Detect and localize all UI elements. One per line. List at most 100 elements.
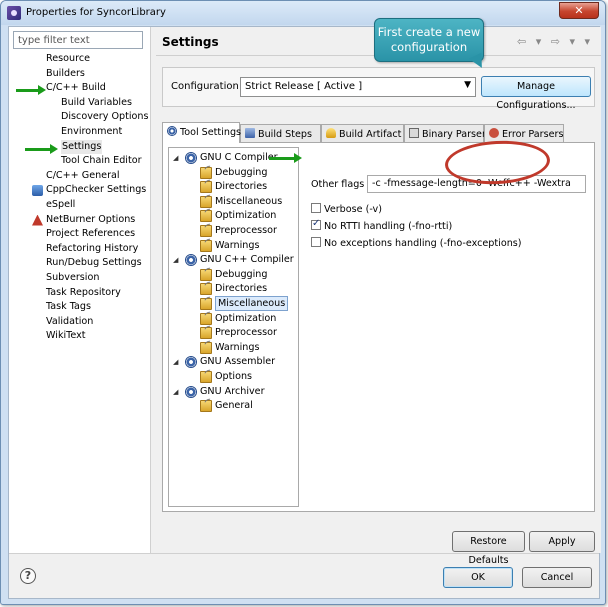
sidebar-item-task-repository[interactable]: Task Repository — [9, 286, 151, 301]
properties-dialog: Properties for SyncorLibrary ✕ Resource B… — [0, 0, 606, 605]
option-general[interactable]: General — [169, 399, 298, 414]
tab-label: Build Steps — [258, 129, 312, 140]
property-page-tree: Resource Builders C/C++ Build Build Variabl… — [9, 27, 151, 553]
expand-toggle-icon[interactable]: ◢ — [173, 256, 181, 264]
tool-settings-panel: ◢ GNU C Compiler Debugging Directories Misce… — [162, 142, 595, 512]
cppchecker-icon — [32, 185, 43, 197]
sidebar-item-espell[interactable]: eSpell — [9, 198, 151, 213]
option-options[interactable]: Options — [169, 370, 298, 385]
filter-input[interactable] — [13, 31, 143, 49]
option-directories[interactable]: Directories — [169, 180, 298, 195]
footer-divider — [9, 553, 599, 554]
option-directories[interactable]: Directories — [169, 282, 298, 297]
sidebar-item-tool-chain-editor[interactable]: Tool Chain Editor — [9, 154, 151, 169]
error-parsers-icon — [489, 128, 499, 138]
sidebar-item-build-variables[interactable]: Build Variables — [9, 96, 151, 111]
expand-toggle-icon[interactable]: ◢ — [173, 154, 181, 162]
sidebar-item-settings[interactable]: Settings — [9, 139, 151, 155]
annotation-arrow-settings — [25, 144, 58, 154]
option-miscellaneous[interactable]: Miscellaneous — [169, 195, 298, 210]
tree-item-label: Warnings — [215, 239, 260, 251]
configuration-select[interactable]: Strict Release [ Active ] ▼ — [240, 77, 476, 97]
callout-line-2: configuration — [390, 40, 468, 54]
tool-gnu-assembler[interactable]: ◢ GNU Assembler — [169, 355, 298, 370]
tree-item-label: General — [215, 400, 253, 412]
dialog-client: Resource Builders C/C++ Build Build Variabl… — [8, 26, 601, 599]
tool-settings-icon — [167, 126, 177, 136]
sidebar-item-task-tags[interactable]: Task Tags — [9, 300, 151, 315]
help-icon[interactable]: ? — [20, 568, 36, 584]
tab-tool-settings[interactable]: Tool Settings — [162, 122, 241, 143]
option-debugging[interactable]: Debugging — [169, 166, 298, 181]
option-optimization[interactable]: Optimization — [169, 312, 298, 327]
sidebar-item-label: eSpell — [46, 198, 76, 210]
option-miscellaneous[interactable]: Miscellaneous — [169, 295, 298, 312]
restore-defaults-button[interactable]: Restore Defaults — [452, 531, 525, 566]
cancel-button[interactable]: Cancel — [522, 567, 592, 588]
sidebar-item-c-c-general[interactable]: C/C++ General — [9, 169, 151, 184]
sidebar-item-refactoring-history[interactable]: Refactoring History — [9, 242, 151, 257]
sidebar-item-discovery-options[interactable]: Discovery Options — [9, 110, 151, 125]
option-debugging[interactable]: Debugging — [169, 268, 298, 283]
sidebar-item-label: Refactoring History — [46, 242, 139, 254]
option-category-icon — [200, 210, 212, 223]
option-category-icon — [200, 195, 212, 208]
sidebar-item-cppchecker-settings[interactable]: CppChecker Settings — [9, 183, 151, 198]
option-category-icon — [200, 327, 212, 340]
sidebar-item-run-debug-settings[interactable]: Run/Debug Settings — [9, 256, 151, 271]
sidebar-item-environment[interactable]: Environment — [9, 125, 151, 140]
sidebar-item-resource[interactable]: Resource — [9, 52, 151, 67]
option-warnings[interactable]: Warnings — [169, 341, 298, 356]
sidebar-item-netburner-options[interactable]: NetBurner Options — [9, 213, 151, 228]
tool-gnu-archiver[interactable]: ◢ GNU Archiver — [169, 385, 298, 400]
sidebar-item-label: Environment — [61, 125, 123, 137]
page-title: Settings — [162, 35, 219, 49]
sidebar-item-label: Discovery Options — [61, 111, 149, 123]
tab-error-parsers[interactable]: Error Parsers — [484, 124, 564, 142]
sidebar-item-label: Subversion — [46, 271, 100, 283]
option-optimization[interactable]: Optimization — [169, 209, 298, 224]
tool-tree: ◢ GNU C Compiler Debugging Directories Misce… — [168, 147, 299, 507]
tab-label: Error Parsers — [502, 129, 564, 140]
tree-item-label: Warnings — [215, 341, 260, 353]
history-nav-buttons[interactable]: ⇦ ▾ ⇨ ▾ ▾ — [517, 35, 593, 48]
tree-item-label: Preprocessor — [215, 327, 277, 339]
ok-button[interactable]: OK — [443, 567, 513, 588]
option-category-icon — [200, 283, 212, 296]
sidebar-item-validation[interactable]: Validation — [9, 315, 151, 330]
sidebar-item-label: NetBurner Options — [46, 213, 136, 225]
apply-button[interactable]: Apply — [529, 531, 595, 552]
expand-toggle-icon[interactable]: ◢ — [173, 388, 181, 396]
tree-item-label: Debugging — [215, 166, 268, 178]
tab-binary-parsers[interactable]: Binary Parsers — [404, 124, 491, 142]
sidebar-item-label: Build Variables — [61, 96, 132, 108]
tab-build-artifact[interactable]: Build Artifact — [321, 124, 404, 142]
option-category-icon — [200, 239, 212, 252]
option-category-icon — [200, 370, 212, 383]
chevron-down-icon: ▼ — [464, 80, 471, 90]
no-exceptions-checkbox[interactable]: No exceptions handling (-fno-exceptions) — [311, 237, 522, 249]
no-rtti-checkbox[interactable]: No RTTI handling (-fno-rtti) — [311, 218, 452, 232]
tool-gnu-c-compiler[interactable]: ◢ GNU C++ Compiler — [169, 253, 298, 268]
netburner-icon — [32, 214, 43, 226]
verbose-checkbox[interactable]: Verbose (-v) — [311, 203, 382, 215]
annotation-callout: First create a new configuration — [374, 18, 484, 62]
option-preprocessor[interactable]: Preprocessor — [169, 224, 298, 239]
sidebar-item-label: Task Tags — [46, 301, 91, 313]
tab-label: Binary Parsers — [422, 129, 491, 140]
tree-item-label: Directories — [215, 181, 268, 193]
tab-build-steps[interactable]: Build Steps — [240, 124, 321, 142]
sidebar-item-subversion[interactable]: Subversion — [9, 271, 151, 286]
expand-toggle-icon[interactable]: ◢ — [173, 358, 181, 366]
annotation-arrow-build — [16, 85, 46, 95]
sidebar-item-builders[interactable]: Builders — [9, 67, 151, 82]
manage-configurations-button[interactable]: Manage Configurations... — [481, 76, 591, 111]
sidebar-item-wikitext[interactable]: WikiText — [9, 329, 151, 344]
sidebar-item-label: Tool Chain Editor — [61, 155, 142, 167]
sidebar-item-project-references[interactable]: Project References — [9, 227, 151, 242]
option-warnings[interactable]: Warnings — [169, 239, 298, 254]
close-button[interactable]: ✕ — [559, 2, 599, 19]
title-bar: Properties for SyncorLibrary ✕ — [1, 1, 605, 25]
option-preprocessor[interactable]: Preprocessor — [169, 326, 298, 341]
tool-gear-icon — [185, 385, 197, 398]
